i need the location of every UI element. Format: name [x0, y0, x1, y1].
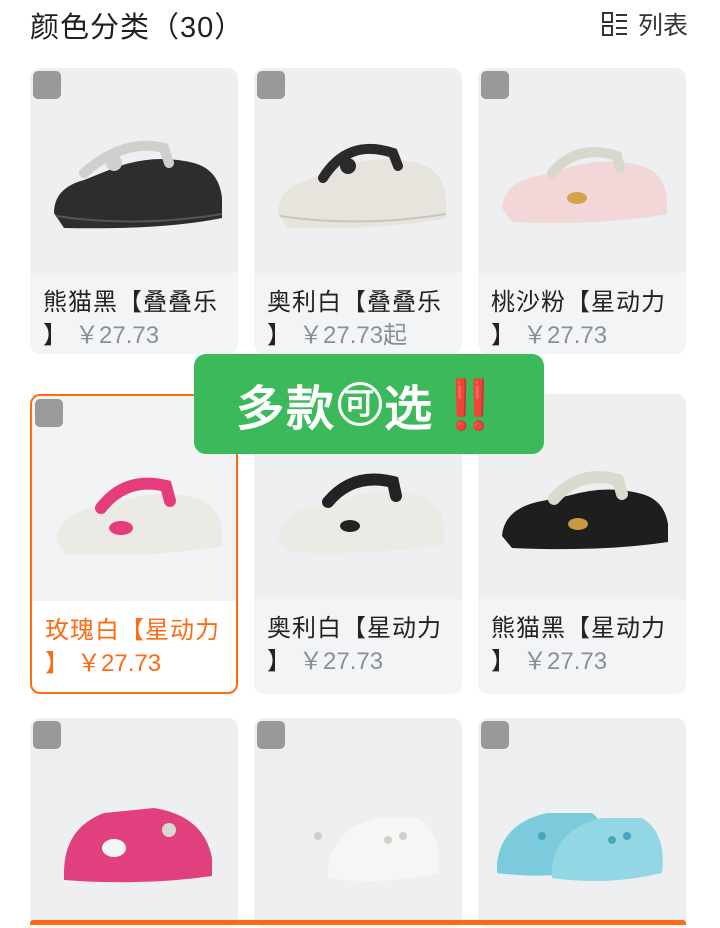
variant-card[interactable]: 奥利白【叠叠乐 】 ￥27.73起 [254, 68, 462, 354]
list-view-label: 列表 [637, 12, 688, 40]
variant-name: 奥利白【星动力 [267, 615, 442, 642]
list-view-toggle[interactable]: 列表 [601, 6, 688, 42]
variant-price: 】 ￥27.73 [267, 648, 384, 675]
variant-name: 熊猫黑【叠叠乐 [43, 289, 218, 316]
variant-name: 桃沙粉【星动力 [491, 289, 666, 316]
variant-price: 】 ￥27.73 [43, 322, 160, 349]
pink-clog-image [502, 147, 667, 223]
expand-icon[interactable] [257, 71, 285, 99]
variant-price: 】 ￥27.73 [45, 650, 162, 677]
expand-icon[interactable] [33, 71, 61, 99]
blue-clog-pair-image [497, 813, 663, 882]
product-thumbnail [254, 68, 462, 273]
expand-icon[interactable] [481, 71, 509, 99]
page-title: 颜色分类（30） [30, 12, 245, 44]
promo-banner: 多款 可 选 ‼️ [194, 354, 544, 454]
header: 颜色分类（30） 列表 [0, 0, 720, 50]
white-black-clog-image [278, 473, 444, 553]
product-thumbnail [478, 718, 686, 923]
variant-card[interactable] [30, 718, 238, 928]
expand-icon[interactable] [257, 721, 285, 749]
banner-text-b: 选 [384, 381, 435, 437]
expand-icon[interactable] [35, 399, 63, 427]
pink-clog-image [64, 808, 212, 883]
banner-text-a: 多款 [236, 381, 337, 437]
bottom-accent-bar [30, 920, 686, 925]
list-view-icon [601, 12, 627, 36]
variant-card[interactable] [478, 718, 686, 928]
product-thumbnail [30, 718, 238, 923]
white-clog-pair-image [273, 813, 439, 882]
expand-icon[interactable] [481, 721, 509, 749]
variant-price: 】 ￥27.73 [491, 322, 608, 349]
black-clog-image [54, 140, 223, 229]
product-thumbnail [254, 718, 462, 923]
product-thumbnail [30, 68, 238, 273]
variant-card[interactable]: 桃沙粉【星动力 】 ￥27.73 [478, 68, 686, 354]
banner-circled-char: 可 [338, 382, 383, 426]
white-pink-clog-image [56, 477, 222, 555]
product-thumbnail [478, 68, 686, 273]
white-clog-image [278, 143, 447, 229]
variant-name: 玫瑰白【星动力 [45, 617, 220, 644]
black-white-clog-image [502, 471, 668, 550]
double-exclamation-icon: ‼️ [440, 376, 502, 433]
variant-price: 】 ￥27.73起 [267, 322, 408, 349]
variant-card[interactable] [254, 718, 462, 928]
variant-name: 奥利白【叠叠乐 [267, 289, 442, 316]
expand-icon[interactable] [33, 721, 61, 749]
variant-price: 】 ￥27.73 [491, 648, 608, 675]
variant-card[interactable]: 熊猫黑【叠叠乐 】 ￥27.73 [30, 68, 238, 354]
variant-name: 熊猫黑【星动力 [491, 615, 666, 642]
